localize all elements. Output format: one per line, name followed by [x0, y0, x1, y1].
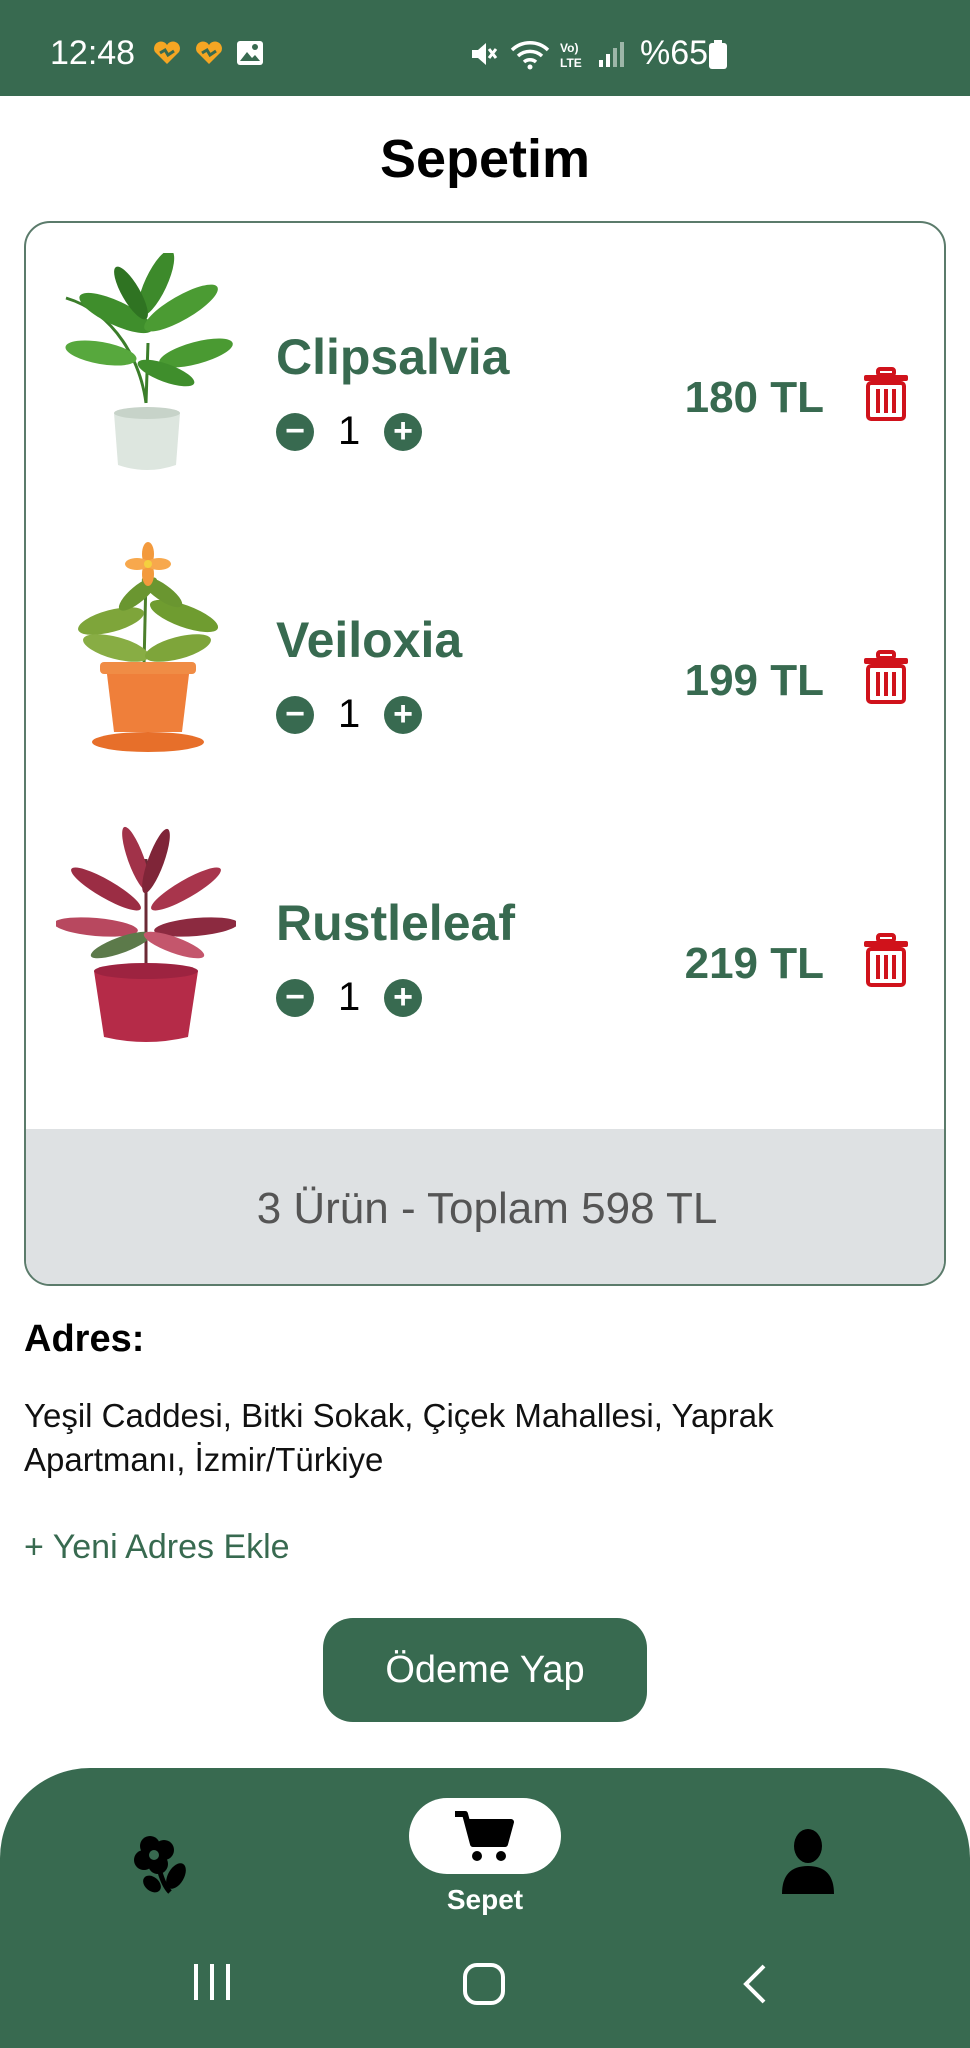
decrease-quantity-button[interactable]: −: [276, 979, 314, 1017]
address-label: Adres:: [24, 1318, 145, 1360]
delete-item-button[interactable]: [862, 367, 910, 421]
plant-image-rustleleaf: [56, 826, 236, 1042]
volte-icon: Vo) LTE: [560, 41, 582, 70]
item-name: Veiloxia: [276, 612, 463, 668]
increase-quantity-button[interactable]: +: [384, 979, 422, 1017]
checkout-button[interactable]: Ödeme Yap: [323, 1618, 647, 1722]
heart-app-icon: [196, 41, 222, 64]
flower-icon[interactable]: [130, 1832, 194, 1896]
item-price: 219 TL: [684, 939, 824, 988]
mute-icon: [472, 43, 498, 65]
cart-summary: 3 Ürün - Toplam 598 TL: [26, 1129, 944, 1284]
address-text: Yeşil Caddesi, Bitki Sokak, Çiçek Mahall…: [24, 1397, 774, 1478]
delete-item-button[interactable]: [862, 650, 910, 704]
svg-text:Vo): Vo): [560, 41, 578, 55]
nav-cart-tab[interactable]: [409, 1798, 561, 1874]
quantity-value: 1: [338, 409, 361, 453]
increase-quantity-button[interactable]: +: [384, 413, 422, 451]
heart-app-icon: [154, 41, 180, 64]
battery-icon: [709, 40, 727, 69]
cart-card: Clipsalvia − 1 + 180 TL Veiloxia − 1 + 1…: [24, 221, 946, 1286]
item-price: 180 TL: [684, 373, 824, 422]
svg-text:LTE: LTE: [560, 56, 582, 70]
status-time: 12:48: [50, 34, 136, 72]
profile-icon[interactable]: [778, 1828, 838, 1894]
cart-item: Clipsalvia − 1 + 180 TL: [26, 253, 944, 493]
decrease-quantity-button[interactable]: −: [276, 696, 314, 734]
increase-quantity-button[interactable]: +: [384, 696, 422, 734]
bottom-navigation: Sepet: [0, 1768, 970, 2048]
battery-percentage: %65: [640, 34, 709, 72]
add-new-address-link[interactable]: + Yeni Adres Ekle: [24, 1528, 290, 1567]
status-bar: 12:48 Vo) LTE %65: [0, 0, 970, 96]
signal-icon: [599, 42, 624, 67]
wifi-icon: [510, 41, 550, 70]
back-button[interactable]: [740, 1962, 770, 2006]
home-button[interactable]: [462, 1962, 506, 2006]
cart-item: Veiloxia − 1 + 199 TL: [26, 536, 944, 776]
gallery-icon: [237, 41, 263, 65]
nav-cart-label: Sepet: [446, 1884, 524, 1915]
quantity-value: 1: [338, 975, 361, 1019]
cart-item: Rustleleaf − 1 + 219 TL: [26, 819, 944, 1059]
plant-image-clipsalvia: [65, 253, 233, 470]
decrease-quantity-button[interactable]: −: [276, 413, 314, 451]
recent-apps-button[interactable]: [190, 1962, 234, 2002]
page-title: Sepetim: [379, 129, 591, 189]
item-name: Rustleleaf: [276, 895, 515, 951]
quantity-value: 1: [338, 692, 361, 736]
item-name: Clipsalvia: [276, 329, 510, 385]
delete-item-button[interactable]: [862, 933, 910, 987]
item-price: 199 TL: [684, 656, 824, 705]
plant-image-veiloxia: [78, 542, 219, 752]
cart-icon: [455, 1811, 514, 1861]
